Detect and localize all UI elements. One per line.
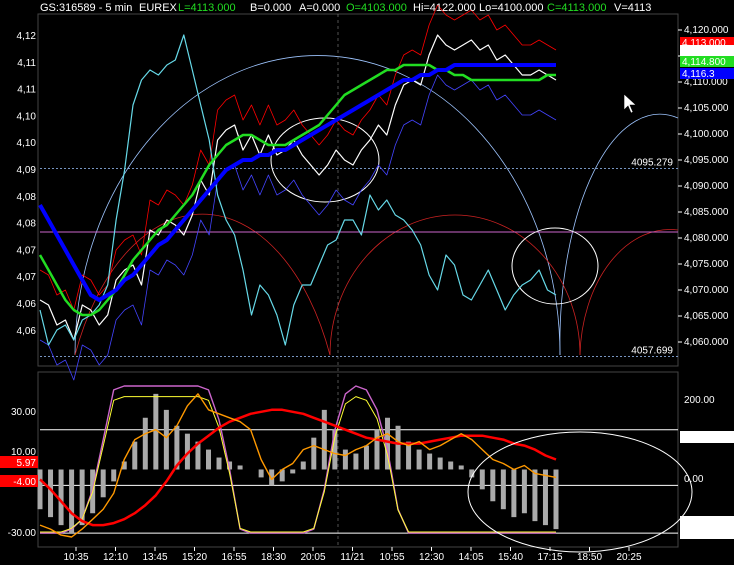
x-tick: 10:55 <box>379 552 404 563</box>
y-tick-left: 4,08 <box>17 192 37 203</box>
y-tick-right: 4,085.000 <box>684 207 729 218</box>
y-tick-right: 4,100.000 <box>684 129 729 140</box>
y-tick-right: 4,095.000 <box>684 155 729 166</box>
y-tick-left: 4,11 <box>17 58 36 69</box>
y-tick-right: 4,080.000 <box>684 233 729 244</box>
x-tick: 18:30 <box>261 552 286 563</box>
y-tick-right: 4,120.000 <box>684 25 729 36</box>
price-panel <box>37 13 679 367</box>
level-label: 4057.699 <box>631 346 673 357</box>
x-tick: 10:35 <box>63 552 88 563</box>
osc-left-badge-label: -4.00 <box>13 477 36 488</box>
osc-left-badge-label: 5.97 <box>17 458 37 469</box>
x-tick: 13:45 <box>142 552 167 563</box>
x-tick: 16:55 <box>221 552 246 563</box>
header-volume: V=4113 <box>614 2 651 14</box>
y-tick-right: 4,090.000 <box>684 181 729 192</box>
osc-y-tick-right: 200.00 <box>684 395 715 406</box>
header-open: O=4103.000 <box>346 2 407 14</box>
y-tick-right: 4,075.000 <box>684 259 729 270</box>
price-badge-label: 4,116.3 <box>682 69 715 80</box>
header-last: L=4113.000 <box>178 2 236 14</box>
price-badge-label: 4,114.800 <box>682 57 726 68</box>
x-tick: 12:30 <box>419 552 444 563</box>
header-exchange: EUREX <box>139 2 178 14</box>
y-tick-left: 4,08 <box>17 219 37 230</box>
osc-right-badge-label: 110.00 <box>684 433 714 444</box>
header-symbol: GS:316589 - 5 min <box>40 2 132 14</box>
header-ask: A=0.000 <box>299 2 340 14</box>
x-tick: 15:20 <box>182 552 207 563</box>
y-tick-left: 4,12 <box>17 31 37 42</box>
y-tick-right: 4,065.000 <box>684 311 729 322</box>
header-bid: B=0.000 <box>250 2 291 14</box>
level-label: 4095.279 <box>631 158 673 169</box>
y-tick-left: 4,09 <box>17 165 37 176</box>
x-tick: 20:25 <box>616 552 641 563</box>
osc-y-tick-left: 30.00 <box>11 407 36 418</box>
y-tick-left: 4,10 <box>17 111 37 122</box>
y-tick-left: 4,06 <box>17 326 37 337</box>
y-tick-left: 4,07 <box>17 272 37 283</box>
x-tick: 18:50 <box>577 552 602 563</box>
osc-y-tick-left: -30.00 <box>8 528 37 539</box>
x-tick: 14:05 <box>458 552 483 563</box>
x-tick: 17:15 <box>537 552 562 563</box>
x-tick: 12:10 <box>103 552 128 563</box>
x-tick: 15:40 <box>498 552 523 563</box>
header-low: Lo=4100.000 <box>479 2 544 14</box>
y-tick-left: 4,06 <box>17 299 37 310</box>
y-tick-right: 4,105.000 <box>684 103 729 114</box>
header-close: C=4113.000 <box>547 2 606 14</box>
y-tick-right: 4,070.000 <box>684 285 729 296</box>
y-tick-left: 4,11 <box>17 85 36 96</box>
osc-right-badge-label: -129.81 <box>684 529 718 540</box>
chart-canvas: 4095.279 4057.699 4,12 4,11 4,11 4,10 4,10 4,09… <box>0 2 734 563</box>
x-tick: 20:05 <box>300 552 325 563</box>
header-high: Hi=4122.000 <box>413 2 476 14</box>
y-tick-left: 4,07 <box>17 245 37 256</box>
price-badge-label: 4,113.000 <box>682 46 726 57</box>
y-tick-left: 4,10 <box>17 138 37 149</box>
y-tick-right: 4,060.000 <box>684 337 729 348</box>
osc-y-tick-right: 0.00 <box>684 474 704 485</box>
x-tick: 11/21 <box>340 552 365 563</box>
